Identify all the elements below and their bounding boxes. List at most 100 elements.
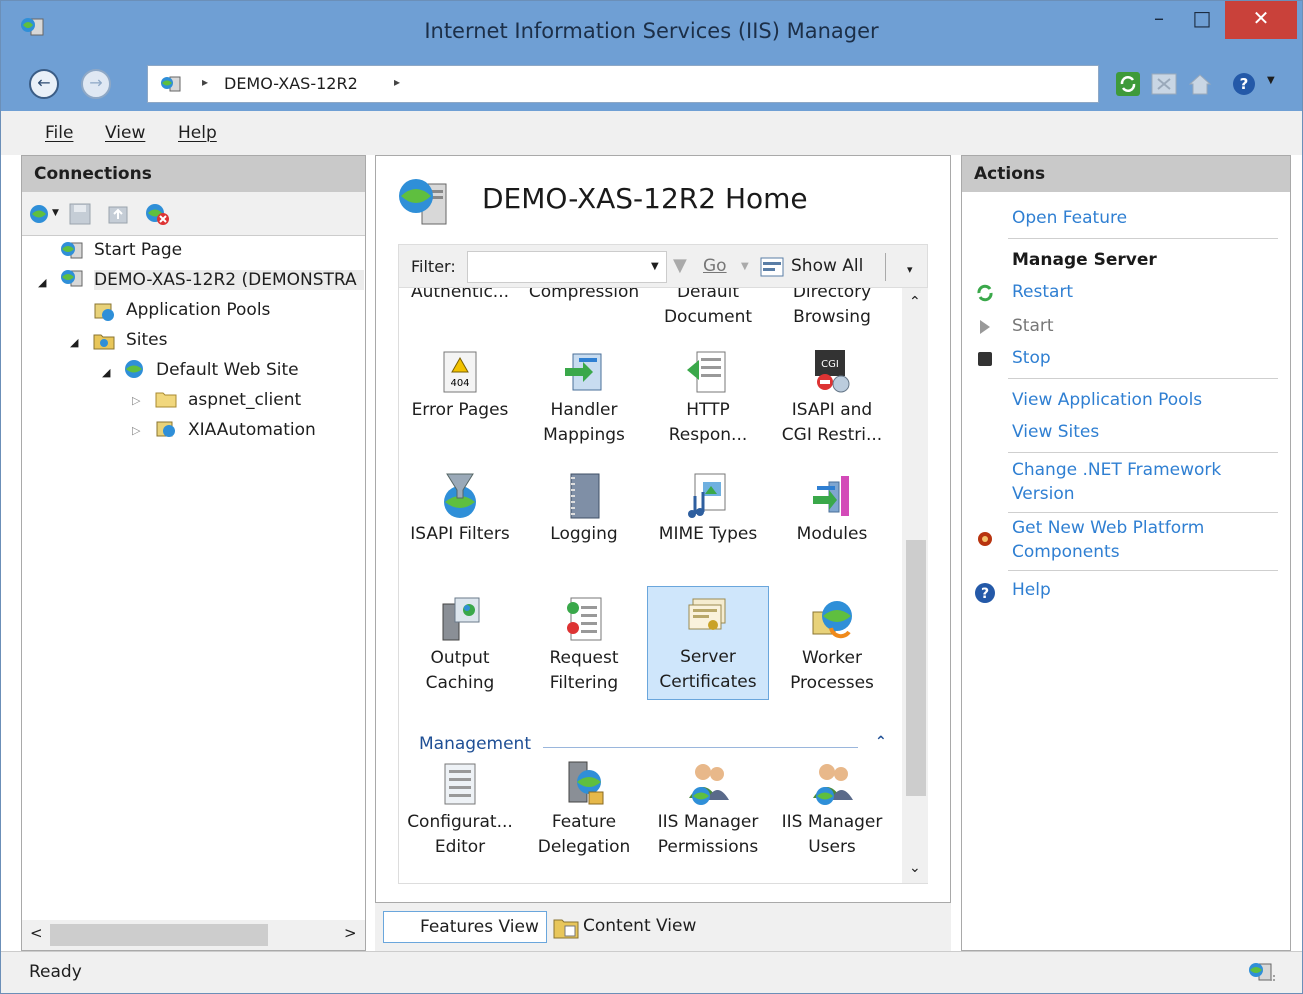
- tree-item-default-web-site[interactable]: Default Web Site: [156, 360, 299, 380]
- menu-file[interactable]: File: [45, 123, 73, 143]
- feature-feature-delegation[interactable]: Feature Delegation: [523, 758, 645, 860]
- feature-compression[interactable]: Compression: [523, 288, 645, 305]
- action-get-new-web-platform-line2[interactable]: Components: [1012, 542, 1120, 562]
- tree-expand-sites[interactable]: ◢: [70, 336, 78, 349]
- title-bar: Internet Information Services (IIS) Mana…: [1, 1, 1302, 59]
- feature-iis-manager-users[interactable]: IIS Manager Users: [771, 758, 893, 860]
- go-button[interactable]: Go: [703, 256, 727, 276]
- tab-features-view[interactable]: Features View: [383, 911, 547, 943]
- feature-error-pages[interactable]: 404 Error Pages: [399, 346, 521, 423]
- go-filter-icon[interactable]: ▼: [673, 255, 687, 276]
- feature-server-certificates[interactable]: Server Certificates: [647, 586, 769, 700]
- tab-content-view[interactable]: Content View: [547, 911, 717, 943]
- feature-label: Handler: [550, 400, 618, 420]
- features-vertical-scrollbar[interactable]: ⌃ ⌄: [902, 288, 928, 883]
- feature-logging[interactable]: Logging: [523, 470, 645, 547]
- server-home-icon: [399, 179, 447, 225]
- collapse-chevron-icon[interactable]: ⌃: [875, 734, 887, 750]
- feature-worker-processes[interactable]: Worker Processes: [771, 594, 893, 696]
- feature-label: ISAPI and: [791, 400, 873, 420]
- help-icon: ?: [975, 583, 995, 603]
- feature-configuration-editor[interactable]: Configurat... Editor: [399, 758, 521, 860]
- scroll-thumb[interactable]: [906, 540, 926, 796]
- menu-help[interactable]: Help: [178, 123, 217, 143]
- filter-dropdown-icon[interactable]: ▼: [651, 261, 659, 272]
- feature-output-caching[interactable]: Output Caching: [399, 594, 521, 696]
- action-help[interactable]: Help: [1012, 580, 1051, 600]
- tree-item-start-page[interactable]: Start Page: [94, 240, 182, 260]
- action-restart[interactable]: Restart: [1012, 282, 1073, 302]
- up-icon[interactable]: [106, 202, 130, 226]
- maximize-button[interactable]: □: [1181, 1, 1223, 39]
- tree-expand-default-web-site[interactable]: ◢: [102, 366, 110, 379]
- stop-icon[interactable]: [1151, 71, 1177, 97]
- scroll-left-button[interactable]: <: [30, 924, 43, 942]
- feature-request-filtering[interactable]: Request Filtering: [523, 594, 645, 696]
- tree-expand-aspnet-client[interactable]: ▷: [132, 394, 140, 407]
- tree-expand-server[interactable]: ◢: [38, 276, 46, 289]
- scroll-down-icon[interactable]: ⌄: [909, 860, 921, 876]
- svg-text:?: ?: [981, 586, 989, 602]
- scroll-thumb[interactable]: [50, 924, 268, 946]
- feature-authentication[interactable]: Authentic...: [399, 288, 521, 305]
- feature-directory-browsing[interactable]: Directory Browsing: [771, 288, 893, 330]
- address-box[interactable]: ▸ DEMO-XAS-12R2 ▸: [147, 65, 1099, 103]
- close-button[interactable]: ✕: [1225, 1, 1297, 39]
- filter-input[interactable]: [467, 251, 667, 283]
- error-pages-icon: 404: [443, 351, 477, 393]
- application-pools-icon: [94, 303, 114, 321]
- connect-globe-icon[interactable]: [28, 202, 54, 226]
- home-icon[interactable]: [1187, 71, 1213, 97]
- tree-item-xiaautomation[interactable]: XIAAutomation: [188, 420, 316, 440]
- connect-dropdown-icon[interactable]: ▼: [52, 208, 59, 218]
- action-view-sites[interactable]: View Sites: [1012, 422, 1099, 442]
- feature-default-document[interactable]: Default Document: [647, 288, 769, 330]
- management-group-label[interactable]: Management: [419, 734, 531, 754]
- tree-item-sites[interactable]: Sites: [126, 330, 168, 350]
- action-view-application-pools[interactable]: View Application Pools: [1012, 390, 1202, 410]
- feature-modules[interactable]: Modules: [771, 470, 893, 547]
- action-change-net-framework[interactable]: Change .NET Framework: [1012, 460, 1221, 480]
- save-icon[interactable]: [68, 202, 92, 226]
- help-icon[interactable]: ?: [1231, 71, 1257, 97]
- breadcrumb-separator[interactable]: ▸: [202, 75, 208, 89]
- action-stop[interactable]: Stop: [1012, 348, 1051, 368]
- action-get-new-web-platform[interactable]: Get New Web Platform: [1012, 518, 1204, 538]
- toolbar-overflow-icon[interactable]: ▾: [907, 263, 913, 276]
- feature-http-response-headers[interactable]: HTTP Respon...: [647, 346, 769, 448]
- action-change-net-framework-line2[interactable]: Version: [1012, 484, 1075, 504]
- feature-label: Request: [549, 648, 619, 668]
- breadcrumb-server[interactable]: DEMO-XAS-12R2: [224, 74, 358, 93]
- features-grid: Authentic... Compression Default Documen…: [398, 288, 928, 884]
- forward-button[interactable]: →: [81, 69, 111, 99]
- back-button[interactable]: ←: [29, 69, 59, 99]
- feature-isapi-filters[interactable]: ISAPI Filters: [399, 470, 521, 547]
- tree-expand-xiaautomation[interactable]: ▷: [132, 424, 140, 437]
- actions-header: Actions: [962, 156, 1290, 192]
- feature-handler-mappings[interactable]: Handler Mappings: [523, 346, 645, 448]
- show-all-icon[interactable]: [759, 255, 787, 279]
- feature-isapi-cgi-restrictions[interactable]: CGI ISAPI and CGI Restri...: [771, 346, 893, 448]
- feature-iis-manager-permissions[interactable]: IIS Manager Permissions: [647, 758, 769, 860]
- tree-item-aspnet-client[interactable]: aspnet_client: [188, 390, 301, 410]
- scroll-right-button[interactable]: >: [344, 924, 357, 942]
- tree-item-application-pools[interactable]: Application Pools: [126, 300, 270, 320]
- refresh-icon[interactable]: [1115, 71, 1141, 97]
- configuration-editor-icon: [444, 763, 476, 805]
- feature-mime-types[interactable]: MIME Types: [647, 470, 769, 547]
- go-dropdown-icon[interactable]: ▼: [741, 261, 749, 272]
- disconnect-icon[interactable]: [144, 202, 170, 226]
- minimize-button[interactable]: –: [1139, 1, 1179, 39]
- action-open-feature[interactable]: Open Feature: [1012, 208, 1127, 228]
- window-title: Internet Information Services (IIS) Mana…: [424, 19, 879, 43]
- action-start[interactable]: Start: [1012, 316, 1054, 336]
- breadcrumb-separator[interactable]: ▸: [394, 75, 400, 89]
- help-dropdown-icon[interactable]: ▼: [1267, 75, 1275, 86]
- tree-item-server[interactable]: DEMO-XAS-12R2 (DEMONSTRA: [94, 270, 364, 290]
- scroll-up-icon[interactable]: ⌃: [909, 294, 921, 310]
- connections-horizontal-scrollbar[interactable]: < >: [22, 920, 365, 950]
- feature-label: Server: [680, 647, 736, 667]
- show-all-button[interactable]: Show All: [791, 256, 863, 276]
- status-bar: Ready: [1, 951, 1302, 993]
- menu-view[interactable]: View: [105, 123, 145, 143]
